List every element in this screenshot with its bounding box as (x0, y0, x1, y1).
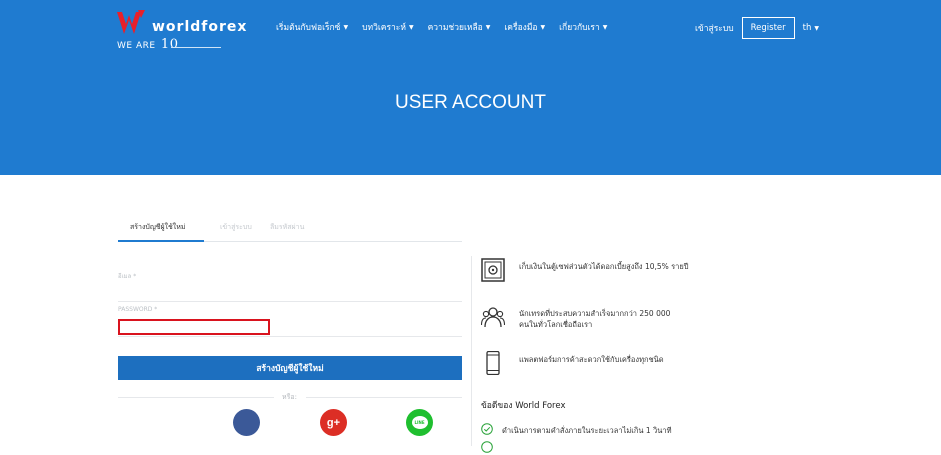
password-field-group: PASSWORD * (118, 306, 462, 337)
feature-traders: นักเทรดที่ประสบความสำเร็จมากกว่า 250 000… (481, 305, 681, 335)
nav-item-analytics[interactable]: บทวิเคราะห์ ▼ (362, 20, 414, 34)
logo-w-icon (117, 10, 145, 34)
check-circle-icon (481, 441, 493, 453)
google-plus-login-button[interactable]: g+ (320, 409, 347, 436)
caret-down-icon: ▼ (485, 23, 491, 31)
account-nav: เข้าสู่ระบบ Register th ▼ (695, 17, 819, 39)
line-icon: LINE (411, 416, 428, 429)
create-account-button[interactable]: สร้างบัญชีผู้ใช้ใหม่ (118, 356, 462, 380)
tab-login[interactable]: เข้าสู่ระบบ (220, 222, 252, 233)
feature-platform-text: แพลตฟอร์มการค้าสะดวกใช้กับเครื่องทุกชนิด (519, 355, 664, 364)
main-nav: เริ่มต้นกับฟอเร็กซ์ ▼ บทวิเคราะห์ ▼ ความช่… (276, 20, 607, 34)
advantage-item: ดำเนินการตามคำสั่งภายในระยะเวลาไม่เกิน 1… (481, 423, 781, 437)
feature-safe-text: เก็บเงินในตู้เซฟส่วนตัวได้ดอกเบี้ยสูงถึง… (519, 262, 689, 271)
active-tab-indicator (118, 240, 204, 242)
advantage-item-partial (481, 441, 781, 455)
nav-item-help[interactable]: ความช่วยเหลือ ▼ (428, 20, 491, 34)
line-login-button[interactable]: LINE (406, 409, 433, 436)
column-divider (471, 256, 472, 446)
email-input[interactable] (118, 301, 462, 302)
login-link[interactable]: เข้าสู่ระบบ (695, 21, 734, 35)
nav-item-about[interactable]: เกี่ยวกับเรา ▼ (559, 20, 607, 34)
logo-underline (171, 47, 221, 48)
nav-item-tools[interactable]: เครื่องมือ ▼ (504, 20, 545, 34)
nav-item-start-forex[interactable]: เริ่มต้นกับฟอเร็กซ์ ▼ (276, 20, 348, 34)
page-title: USER ACCOUNT (395, 92, 546, 113)
mobile-device-icon (486, 351, 500, 375)
feature-safe: เก็บเงินในตู้เซฟส่วนตัวได้ดอกเบี้ยสูงถึง… (481, 258, 689, 288)
google-plus-icon: g+ (326, 416, 341, 429)
facebook-login-button[interactable] (233, 409, 260, 436)
password-label: PASSWORD * (118, 306, 158, 313)
caret-down-icon: ▼ (343, 23, 349, 31)
language-selector[interactable]: th ▼ (803, 23, 819, 33)
caret-down-icon: ▼ (814, 24, 819, 32)
password-input[interactable] (118, 319, 270, 335)
header-hero: worldforex WE ARE 10 เริ่มต้นกับฟอเร็กซ์… (0, 0, 941, 175)
feature-traders-text: นักเทรดที่ประสบความสำเร็จมากกว่า 250 000… (519, 309, 671, 329)
logo[interactable]: worldforex WE ARE 10 (116, 10, 248, 52)
or-line-right (306, 397, 462, 398)
or-line-left (118, 397, 274, 398)
advantage-text: ดำเนินการตามคำสั่งภายในระยะเวลาไม่เกิน 1… (502, 426, 672, 435)
email-label: อีเมล * (118, 273, 137, 280)
logo-text: worldforex (152, 19, 248, 35)
password-underline (118, 336, 462, 337)
tab-forgot-password[interactable]: ลืมรหัสผ่าน (270, 222, 304, 233)
account-tabs: สร้างบัญชีผู้ใช้ใหม่ เข้าสู่ระบบ ลืมรหัส… (118, 214, 462, 242)
check-circle-icon (481, 423, 493, 435)
or-separator: หรือ: (118, 391, 462, 403)
register-button[interactable]: Register (741, 17, 795, 39)
safe-icon (481, 258, 505, 282)
caret-down-icon: ▼ (540, 23, 546, 31)
caret-down-icon: ▼ (408, 23, 414, 31)
caret-down-icon: ▼ (602, 23, 608, 31)
logo-tagline: WE ARE 10 (117, 37, 179, 52)
email-field-group: อีเมล * (118, 271, 462, 302)
advantages-title: ข้อดีของ World Forex (481, 401, 566, 411)
feature-platform: แพลตฟอร์มการค้าสะดวกใช้กับเครื่องทุกชนิด (481, 351, 681, 381)
or-text: หรือ: (282, 393, 297, 401)
tab-register[interactable]: สร้างบัญชีผู้ใช้ใหม่ (130, 222, 185, 233)
users-icon (481, 307, 505, 328)
facebook-icon (242, 416, 252, 430)
